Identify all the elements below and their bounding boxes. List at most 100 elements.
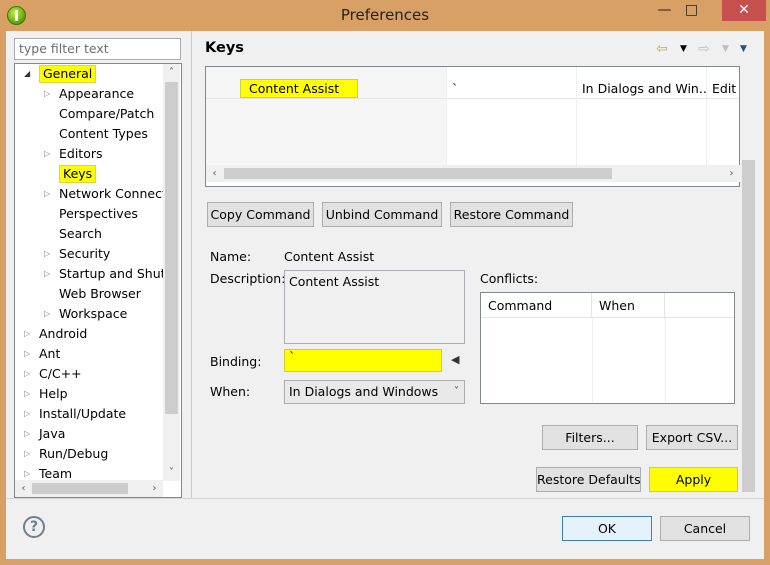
when-select[interactable]: In Dialogs and Windows ˅ — [284, 380, 465, 404]
column-separator — [576, 67, 577, 167]
conflicts-column-command[interactable]: Command — [481, 293, 592, 318]
tree-item-label: Java — [39, 426, 66, 441]
scroll-thumb[interactable] — [742, 160, 755, 492]
close-button[interactable]: ✕ — [722, 0, 766, 21]
tree-item[interactable]: ▷ Editors — [15, 144, 165, 164]
tree-item[interactable]: ▷ Network Connecti — [15, 184, 170, 204]
arrow-right-icon[interactable]: ⇨ — [698, 40, 710, 58]
filter-input[interactable]: type filter text — [14, 38, 181, 60]
tree-item-label: Appearance — [59, 86, 135, 101]
tree-item-label: Network Connecti — [59, 186, 171, 201]
scroll-up-icon[interactable]: ˄ — [163, 64, 180, 81]
page-vertical-scrollbar[interactable] — [740, 66, 757, 492]
chevron-down-icon[interactable]: ▼ — [722, 40, 729, 58]
maximize-button[interactable]: □ — [678, 0, 705, 21]
scroll-right-icon[interactable]: › — [146, 480, 163, 497]
tree-item[interactable]: ▷ C/C++ — [15, 364, 165, 384]
unbind-command-button[interactable]: Unbind Command — [322, 202, 442, 227]
collapsed-arrow-icon[interactable]: ▷ — [24, 344, 30, 364]
tree-item[interactable]: ▷ Install/Update — [15, 404, 165, 424]
collapsed-arrow-icon[interactable]: ▷ — [44, 184, 50, 204]
tree-item[interactable]: Search — [15, 224, 165, 244]
tree-item[interactable]: ▷ Startup and Shutd — [15, 264, 173, 284]
table-horizontal-scrollbar[interactable]: ‹ › — [206, 165, 740, 182]
chevron-left-icon[interactable]: ◀ — [451, 353, 459, 366]
restore-defaults-button[interactable]: Restore Defaults — [536, 467, 641, 492]
tree-item[interactable]: ▷ Help — [15, 384, 165, 404]
tree-horizontal-scrollbar[interactable]: ‹ › — [15, 480, 163, 497]
binding-input[interactable]: ` — [284, 349, 442, 372]
collapsed-arrow-icon[interactable]: ▷ — [44, 144, 50, 164]
tree-item[interactable]: Perspectives — [15, 204, 165, 224]
tree-item[interactable]: ▷ Workspace — [15, 304, 165, 324]
description-field[interactable]: Content Assist — [284, 270, 465, 344]
tree-item[interactable]: Web Browser — [15, 284, 165, 304]
tree-item[interactable]: Compare/Patch — [15, 104, 165, 124]
description-label: Description: — [210, 271, 286, 286]
tree-item-label: Keys — [59, 165, 97, 183]
collapsed-arrow-icon[interactable]: ▷ — [44, 304, 50, 324]
scroll-thumb[interactable] — [224, 168, 612, 179]
scroll-left-icon[interactable]: ‹ — [15, 480, 32, 497]
cancel-button[interactable]: Cancel — [660, 516, 750, 541]
collapsed-arrow-icon[interactable]: ▷ — [24, 324, 30, 344]
tree-item-label: Run/Debug — [39, 446, 109, 461]
expanded-arrow-icon[interactable]: ◢ — [24, 64, 30, 84]
tree-item-label: Help — [39, 386, 68, 401]
ok-button[interactable]: OK — [562, 516, 652, 541]
column-separator — [706, 67, 707, 167]
scroll-thumb[interactable] — [165, 82, 178, 414]
collapsed-arrow-icon[interactable]: ▷ — [24, 404, 30, 424]
restore-command-button[interactable]: Restore Command — [450, 202, 573, 227]
apply-button[interactable]: Apply — [649, 467, 738, 492]
conflicts-column-when[interactable]: When — [592, 293, 665, 318]
collapsed-arrow-icon[interactable]: ▷ — [44, 244, 50, 264]
conflicts-table[interactable]: Command When — [480, 292, 735, 404]
collapsed-arrow-icon[interactable]: ▷ — [24, 384, 30, 404]
arrow-left-icon[interactable]: ⇦ — [656, 40, 668, 58]
filters-button[interactable]: Filters... — [542, 425, 638, 450]
table-row[interactable]: Content Assist ` In Dialogs and Win... E… — [206, 79, 739, 99]
tree-item[interactable]: ▷ Appearance — [15, 84, 165, 104]
scroll-left-icon[interactable]: ‹ — [206, 165, 223, 182]
collapsed-arrow-icon[interactable]: ▷ — [44, 264, 50, 284]
tree-item[interactable]: ▷ Security — [15, 244, 165, 264]
tree-item[interactable]: ◢ General — [15, 64, 165, 84]
collapsed-arrow-icon[interactable]: ▷ — [24, 364, 30, 384]
when-select-value: In Dialogs and Windows — [289, 384, 439, 399]
tree-item-label: Security — [59, 246, 111, 261]
tree-item[interactable]: ▷ Java — [15, 424, 165, 444]
tree-item[interactable]: ▷ Android — [15, 324, 165, 344]
tree-item-label: Compare/Patch — [59, 106, 155, 121]
tree-item[interactable]: ▷ Run/Debug — [15, 444, 165, 464]
tree-item-label: Install/Update — [39, 406, 127, 421]
chevron-down-icon[interactable]: ▼ — [680, 40, 687, 58]
help-icon[interactable]: ? — [23, 516, 45, 538]
command-cell: Content Assist — [240, 79, 358, 98]
tree-item-label: Startup and Shutd — [59, 266, 174, 281]
tree-item[interactable]: Content Types — [15, 124, 165, 144]
tree-item[interactable]: ▷ Ant — [15, 344, 165, 364]
tree-vertical-scrollbar[interactable]: ˄ ˅ — [163, 64, 180, 481]
scroll-down-icon[interactable]: ˅ — [163, 464, 180, 481]
tree-item-label: Content Types — [59, 126, 148, 141]
page-title: Keys — [205, 40, 244, 56]
export-csv-button[interactable]: Export CSV... — [646, 425, 738, 450]
tree-item[interactable]: Keys — [15, 164, 165, 184]
binding-label: Binding: — [210, 354, 262, 369]
minimize-button[interactable]: — — [651, 0, 678, 21]
tree-item-label: Android — [39, 326, 88, 341]
scroll-right-icon[interactable]: › — [723, 165, 740, 182]
collapsed-arrow-icon[interactable]: ▷ — [24, 424, 30, 444]
collapsed-arrow-icon[interactable]: ▷ — [24, 444, 30, 464]
tree-item-label: Search — [59, 226, 102, 241]
view-menu-icon[interactable]: ▼ — [740, 40, 747, 58]
column-separator — [665, 318, 666, 403]
collapsed-arrow-icon[interactable]: ▷ — [44, 84, 50, 104]
tree-item-label: General — [39, 65, 97, 83]
preference-tree: ◢ General ▷ Appearance Compare/Patch Content … — [14, 63, 182, 498]
column-separator — [592, 318, 593, 403]
scroll-thumb[interactable] — [32, 483, 128, 494]
when-cell: In Dialogs and Win... — [582, 81, 706, 96]
copy-command-button[interactable]: Copy Command — [207, 202, 314, 227]
